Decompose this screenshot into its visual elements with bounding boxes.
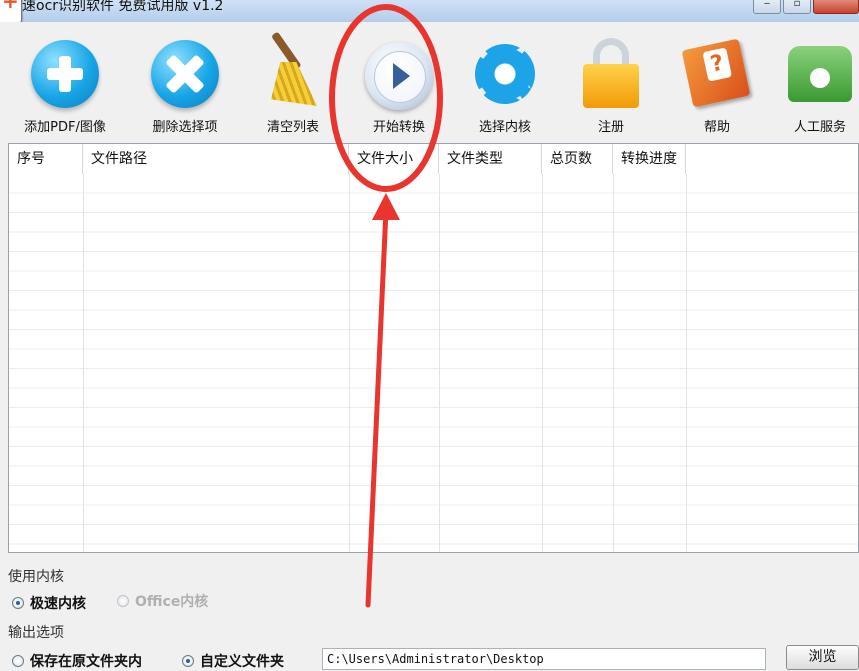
toolbar-label: 选择内核 [478,120,531,135]
save-original-folder-radio[interactable]: 保存在原文件夹内 [12,651,142,671]
broom-icon [261,31,325,106]
radio-dot [12,655,24,667]
lock-icon [579,38,643,108]
radio-dot [12,597,24,609]
help-book-icon: ? [681,38,751,108]
toolbar-label: 注册 [597,120,624,135]
radio-dot [182,655,194,667]
column-header-pages[interactable]: 总页数 [542,144,613,174]
column-divider [349,174,350,552]
output-path-field[interactable]: C:\Users\Administrator\Desktop [322,648,766,670]
help-button[interactable]: ? 帮助 [662,22,772,142]
column-divider [83,174,84,552]
column-divider [613,174,614,552]
delete-icon [151,40,219,108]
radio-dot [117,595,129,607]
select-engine-button[interactable]: 选择内核 [450,22,560,142]
close-button[interactable] [813,0,859,14]
gear-icon [475,44,535,104]
toolbar-label: 开始转换 [372,120,425,135]
engine-section-title: 使用内核 [8,569,64,585]
engine-fast-radio[interactable]: 极速内核 [12,593,86,613]
minimize-button[interactable]: ‒ [753,0,781,14]
table-header: 序号 文件路径 文件大小 文件类型 总页数 转换进度 [9,144,858,175]
radio-label: 自定义文件夹 [200,654,284,670]
browse-button[interactable]: 浏览 [786,645,859,670]
register-button[interactable]: 注册 [556,22,666,142]
add-icon [31,40,99,108]
title-bar: 速ocr识别软件 免费试用版 v1.2 ‒ ▫ [0,0,859,24]
toolbar-label: 添加PDF/图像 [24,120,106,135]
column-header-progress[interactable]: 转换进度 [613,144,686,174]
add-pdf-image-button[interactable]: 添加PDF/图像 [10,22,120,142]
radio-label: 极速内核 [30,596,86,612]
output-section-title: 输出选项 [8,625,64,641]
phone-icon [788,38,852,108]
clear-list-button[interactable]: 清空列表 [238,22,348,142]
radio-label: Office内核 [135,594,209,610]
column-header-path[interactable]: 文件路径 [83,144,349,174]
column-header-index[interactable]: 序号 [9,144,83,174]
human-service-button[interactable]: 人工服务 [770,22,859,142]
app-icon [0,0,22,24]
table-body [9,174,858,552]
column-divider [542,174,543,552]
toolbar-label: 帮助 [703,120,730,135]
start-convert-button[interactable]: 开始转换 [344,22,454,142]
engine-office-radio: Office内核 [117,591,208,611]
file-list-table[interactable]: 序号 文件路径 文件大小 文件类型 总页数 转换进度 [8,143,859,553]
radio-label: 保存在原文件夹内 [30,654,142,670]
window-title: 速ocr识别软件 免费试用版 v1.2 [22,0,224,14]
column-header-type[interactable]: 文件类型 [439,144,542,174]
column-header-filler [686,144,858,174]
toolbar: 添加PDF/图像 删除选择项 清空列表 开始转换 选择内核 注册 ? 帮助 人工… [0,22,859,142]
custom-folder-radio[interactable]: 自定义文件夹 [182,651,284,671]
column-divider [686,174,687,552]
toolbar-label: 人工服务 [793,120,846,135]
maximize-button[interactable]: ▫ [783,0,811,14]
window-controls: ‒ ▫ [753,0,859,14]
play-icon [365,42,433,110]
column-divider [439,174,440,552]
column-header-size[interactable]: 文件大小 [349,144,439,174]
toolbar-label: 清空列表 [266,120,319,135]
toolbar-label: 删除选择项 [152,120,218,135]
delete-selected-button[interactable]: 删除选择项 [130,22,240,142]
